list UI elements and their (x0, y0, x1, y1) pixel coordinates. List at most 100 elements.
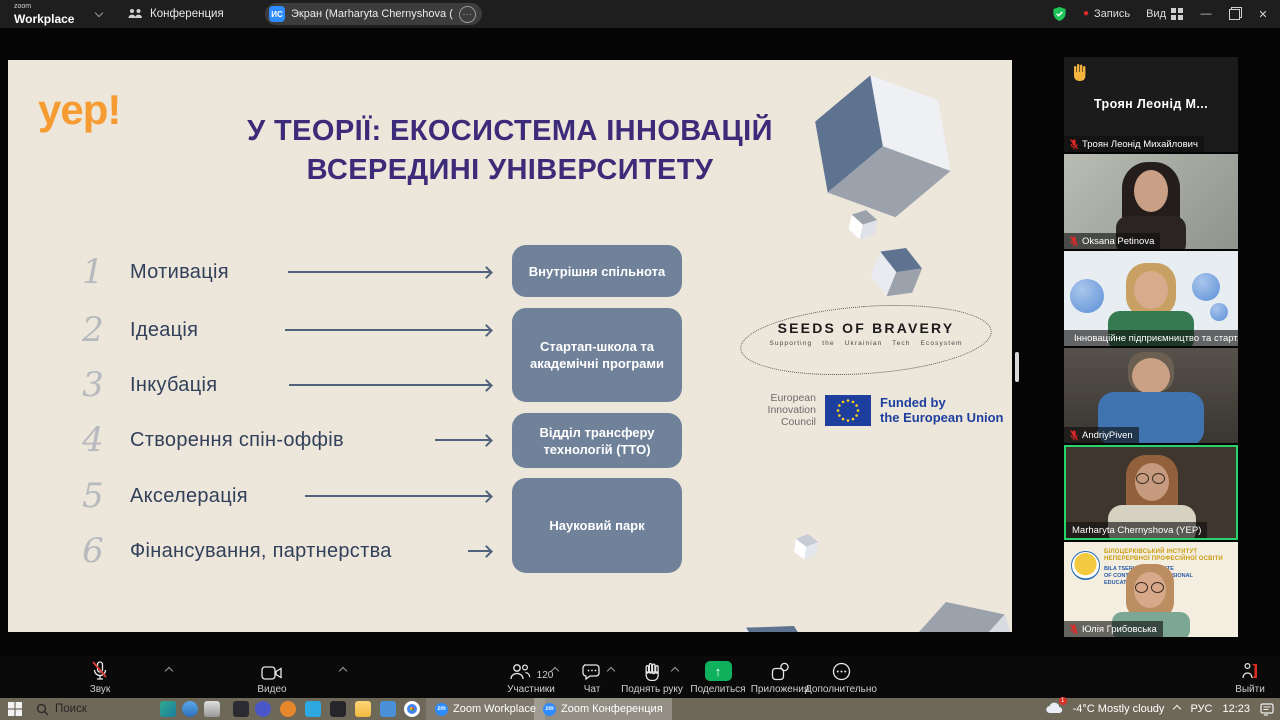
window-titlebar: zoom Workplace Конференция ИС Экран (Mar… (0, 0, 1280, 28)
participant-name: Marharyta Chernyshova (YEP) (1072, 524, 1202, 536)
eu-flag-icon (825, 394, 871, 426)
ecosystem-box: Науковий парк (512, 478, 682, 573)
eu-funding-logo: European Innovation Council Funded by th… (750, 392, 1004, 428)
step-row: 4 Створення спін-оффів (70, 420, 344, 460)
slide-title-line1: У ТЕОРІЇ: ЕКОСИСТЕМА ІННОВАЦІЙ (247, 115, 773, 147)
taskbar-window-zoom-meeting[interactable]: zm Zoom Конференция (534, 698, 672, 720)
step-label: Інкубація (130, 373, 218, 396)
funded-by-label: Funded by the European Union (880, 395, 1004, 425)
shared-screen-slide: yep! У ТЕОРІЇ: ЕКОСИСТЕМА ІННОВАЦІЙ ВСЕР… (8, 60, 1012, 632)
language-indicator[interactable]: РУС (1190, 703, 1212, 715)
taskbar-search[interactable]: Поиск (36, 698, 87, 720)
banner-line: НЕПЕРЕРВНОЇ ПРОФЕСІЙНОЇ ОСВІТИ (1104, 556, 1223, 562)
windows-taskbar: Поиск zm Zoom Workplace zm Zoom Конферен… (0, 697, 1280, 720)
app-icon-7[interactable] (305, 701, 321, 717)
arrow-icon (435, 439, 490, 441)
restore-button[interactable] (1229, 8, 1240, 20)
audio-label: Звук (89, 684, 111, 695)
audio-options-chevron[interactable] (164, 666, 174, 676)
action-center-icon[interactable] (1260, 702, 1274, 716)
arrow-icon (285, 329, 490, 331)
ecosystem-box: Відділ трансферу технологій (ТТО) (512, 413, 682, 468)
step-label: Мотивація (130, 260, 229, 283)
meeting-toolbar: Звук Видео 120 Участники Чат Поднять рук… (0, 656, 1280, 698)
glasses-shape (1152, 473, 1165, 484)
step-label: Створення спін-оффів (130, 428, 344, 451)
app-icon-3[interactable] (204, 701, 220, 717)
video-options-chevron[interactable] (338, 666, 348, 676)
weather-label[interactable]: -4°C Mostly cloudy (1073, 703, 1165, 715)
tab-more-icon[interactable]: ··· (458, 5, 476, 23)
participant-name: Юлія Грибовська (1082, 623, 1157, 635)
video-label: Видео (257, 684, 287, 695)
audio-button[interactable]: Звук (58, 661, 142, 695)
tab-meeting-label: Конференция (150, 8, 224, 20)
more-button[interactable]: Дополнительно (799, 661, 883, 695)
titlebar-right-controls: ● Запись Вид — ✕ (1052, 0, 1270, 28)
step-number: 3 (82, 365, 104, 405)
people-icon (128, 9, 142, 18)
zoom-meeting-window: zoom Workplace Конференция ИС Экран (Mar… (0, 0, 1280, 720)
participant-tile-chernyshova-speaking[interactable]: Marharyta Chernyshova (YEP) (1064, 445, 1238, 540)
meeting-stage: yep! У ТЕОРІЇ: ЕКОСИСТЕМА ІННОВАЦІЙ ВСЕР… (0, 28, 1280, 656)
close-button[interactable]: ✕ (1256, 8, 1270, 21)
muted-mic-icon (1070, 429, 1078, 440)
participant-tile-petinova[interactable]: Oksana Petinova (1064, 154, 1238, 249)
participants-label: Участники (507, 684, 555, 695)
participant-tile-hrybovska[interactable]: БІЛОЦЕРКІВСЬКИЙ ІНСТИТУТ НЕПЕРЕРВНОЇ ПРО… (1064, 542, 1238, 637)
participant-video (1134, 170, 1168, 212)
leave-icon (1242, 662, 1257, 679)
security-shield-icon[interactable] (1052, 6, 1067, 22)
step-row: 6 Фінансування, партнерства (70, 531, 392, 571)
minimize-button[interactable]: — (1199, 8, 1213, 20)
muted-mic-icon (1070, 138, 1078, 149)
app-icon-6[interactable] (280, 701, 296, 717)
participant-tile-piven[interactable]: AndriyPiven (1064, 348, 1238, 443)
app-icon-10[interactable] (380, 701, 396, 717)
record-dot-icon: ● (1082, 8, 1089, 19)
participant-tile-troyan[interactable]: Троян Леонід М... Троян Леонід Михайлови… (1064, 57, 1238, 152)
grid-view-icon (1171, 8, 1183, 20)
recording-label: Запись (1094, 8, 1131, 20)
step-number: 6 (82, 531, 104, 571)
start-button[interactable] (8, 698, 22, 720)
arrow-icon (288, 271, 490, 273)
app-icon-8[interactable] (330, 701, 346, 717)
step-row: 1 Мотивація (70, 252, 229, 292)
step-label: Фінансування, партнерства (130, 539, 392, 562)
step-label: Акселерація (130, 484, 248, 507)
participant-display-name: Троян Леонід М... (1093, 97, 1208, 111)
step-row: 3 Інкубація (70, 365, 217, 405)
chevron-down-icon[interactable] (94, 8, 104, 18)
app-icon-5[interactable] (255, 701, 271, 717)
weather-icon[interactable]: 1 (1045, 697, 1067, 717)
clock[interactable]: 12:23 (1222, 703, 1250, 715)
video-button[interactable]: Видео (230, 661, 314, 695)
leave-button[interactable]: Выйти (1208, 661, 1280, 695)
view-button[interactable]: Вид (1146, 8, 1183, 20)
system-tray: 1 -4°C Mostly cloudy РУС 12:23 (1045, 697, 1274, 720)
tray-expand-chevron[interactable] (1173, 704, 1182, 714)
app-icon-4[interactable] (233, 701, 249, 717)
shared-screen-label: Экран (Marharyta Chernyshova ( (291, 8, 453, 20)
file-explorer-icon[interactable] (355, 701, 371, 717)
app-icon-1[interactable] (160, 701, 176, 717)
background-sphere (1192, 273, 1220, 301)
participant-name-chip: Троян Леонід Михайлович (1064, 136, 1204, 152)
app-icon-2[interactable] (182, 701, 198, 717)
chrome-icon[interactable] (404, 701, 420, 717)
arrow-icon (289, 384, 490, 386)
tab-meeting[interactable]: Конференция (128, 0, 224, 28)
muted-mic-icon (1070, 623, 1078, 634)
participant-tile-innovation[interactable]: Інноваційне підприємництво та старт... (1064, 251, 1238, 346)
taskbar-window-zoom-workplace[interactable]: zm Zoom Workplace (426, 698, 545, 720)
glasses-shape (1151, 582, 1164, 593)
muted-mic-icon (92, 661, 107, 680)
recording-indicator: ● Запись (1083, 8, 1130, 20)
institute-logo (1071, 551, 1100, 580)
banner-line: БІЛОЦЕРКІВСЬКИЙ ІНСТИТУТ (1104, 549, 1198, 555)
background-sphere (1210, 303, 1228, 321)
tab-shared-screen[interactable]: ИС Экран (Marharyta Chernyshova ( ··· (265, 3, 482, 25)
sidebar-scrollbar[interactable] (1015, 352, 1019, 382)
step-number: 5 (82, 476, 104, 516)
